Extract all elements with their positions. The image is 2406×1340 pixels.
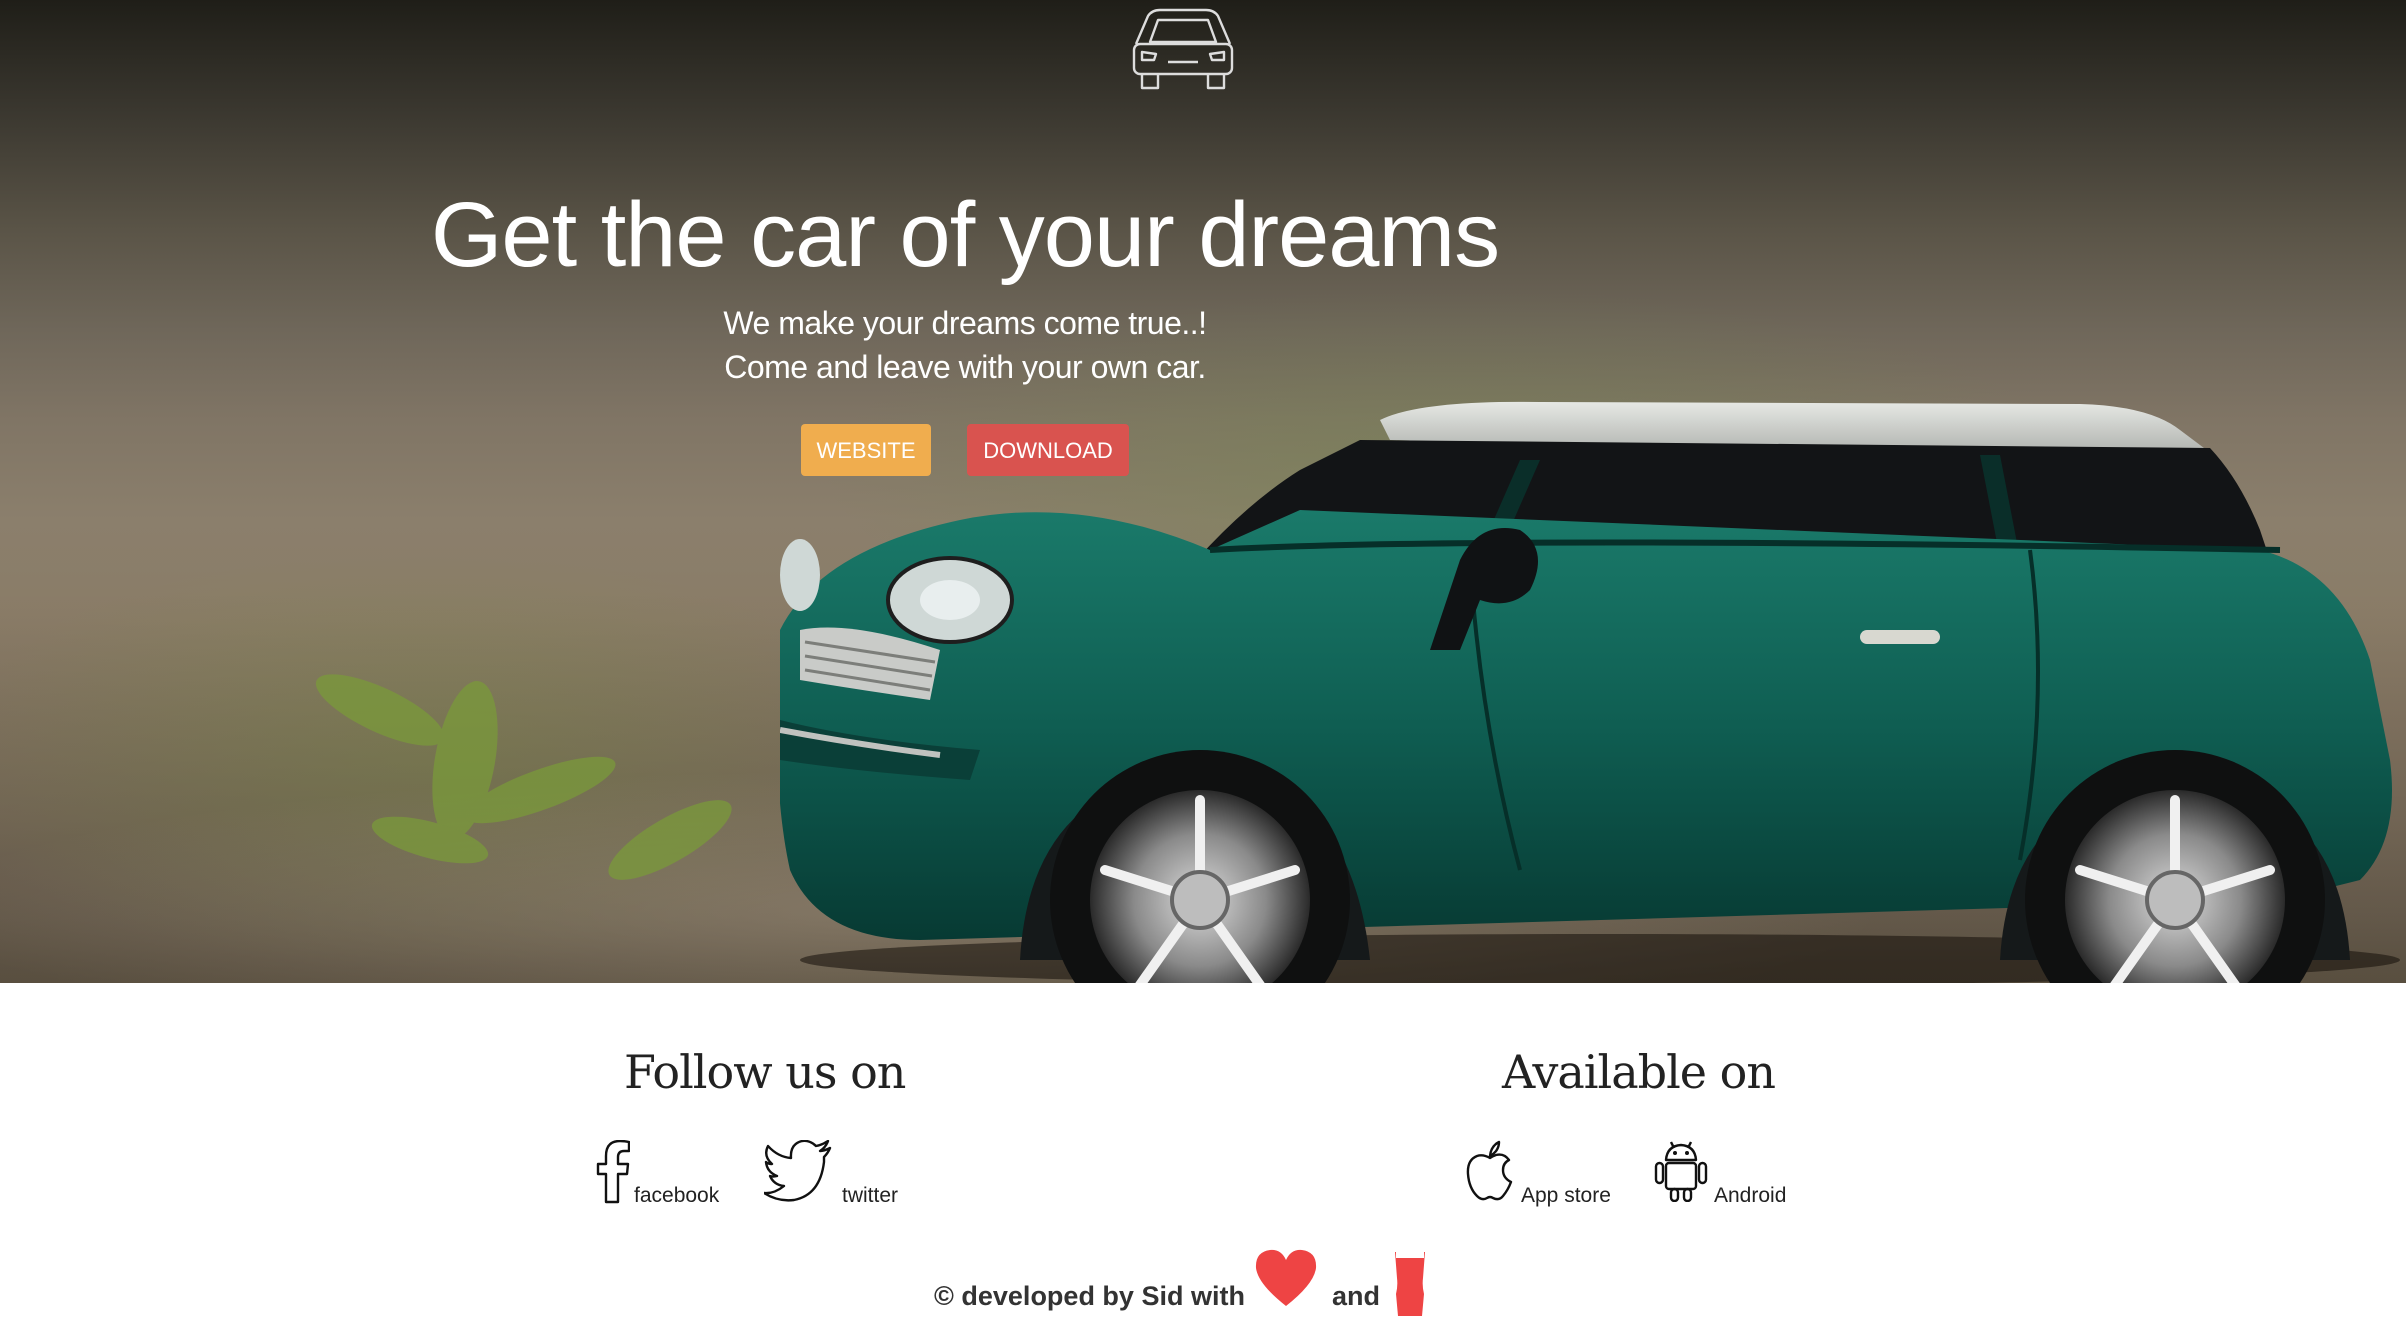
- app-store-label: App store: [1521, 1184, 1611, 1207]
- credit-and-text: and: [1332, 1281, 1381, 1311]
- twitter-link[interactable]: twitter: [764, 1140, 914, 1210]
- facebook-label: facebook: [634, 1184, 720, 1207]
- credit-text: © developed by Sid with: [934, 1281, 1245, 1311]
- apple-icon: [1466, 1140, 1513, 1201]
- facebook-link[interactable]: facebook: [596, 1140, 736, 1210]
- hero-section: Get the car of your dreams We make your …: [0, 0, 2406, 983]
- car-image: [780, 401, 2400, 983]
- facebook-icon: [596, 1140, 630, 1204]
- android-link[interactable]: Android: [1654, 1140, 1814, 1210]
- twitter-icon: [764, 1140, 832, 1202]
- follow-us-title: Follow us on: [624, 1045, 906, 1099]
- car-front-icon: [1132, 8, 1234, 90]
- android-label: Android: [1714, 1184, 1787, 1207]
- hero-subline-2: Come and leave with your own car.: [724, 349, 1206, 385]
- beer-glass-icon: [1395, 1252, 1425, 1316]
- app-store-link[interactable]: App store: [1465, 1140, 1625, 1210]
- hero-subline-1: We make your dreams come true..!: [723, 305, 1207, 341]
- background-plant: [315, 674, 732, 880]
- heart-icon: [1255, 1249, 1317, 1306]
- twitter-label: twitter: [842, 1184, 899, 1207]
- android-icon: [1654, 1141, 1708, 1202]
- available-on-title: Available on: [1502, 1045, 1776, 1099]
- hero-headline: Get the car of your dreams: [430, 184, 1500, 286]
